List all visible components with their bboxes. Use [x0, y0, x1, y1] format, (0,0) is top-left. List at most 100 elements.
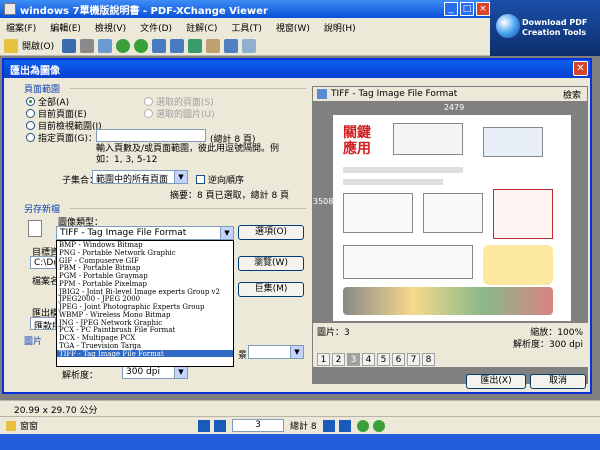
- pane-label[interactable]: 窗窗: [20, 419, 38, 432]
- page-range-input[interactable]: [96, 129, 206, 142]
- preview-page-1[interactable]: 1: [317, 352, 330, 366]
- target-folder-input[interactable]: C:\Doc: [30, 256, 56, 269]
- reverse-order-option[interactable]: 逆向順序: [196, 173, 244, 186]
- screenshot-thumbnail: [423, 193, 483, 233]
- dropdown-option[interactable]: PBM - Portable Bitmap: [57, 264, 233, 272]
- menu-file[interactable]: 檔案(F): [6, 21, 36, 34]
- export-button[interactable]: 匯出(X): [466, 374, 526, 389]
- export-mode-select[interactable]: 匯款所: [30, 317, 56, 330]
- preview-fit-label[interactable]: 檢索: [563, 88, 581, 101]
- dropdown-option[interactable]: PNG - Portable Network Graphic: [57, 249, 233, 257]
- dropdown-option[interactable]: GIF - Compuserve GIF: [57, 257, 233, 265]
- reverse-order-checkbox[interactable]: [196, 175, 205, 184]
- subset-select[interactable]: 範圍中的所有頁面 ▼: [92, 170, 188, 184]
- preview-page-6[interactable]: 6: [392, 352, 405, 366]
- text-line: [343, 179, 443, 185]
- redo-icon[interactable]: [170, 38, 185, 53]
- chevron-down-icon[interactable]: ▼: [174, 366, 187, 378]
- save-as-group-label: 另存新檔: [24, 205, 61, 215]
- dropdown-option[interactable]: PPM - Portable Pixelmap: [57, 280, 233, 288]
- menu-document[interactable]: 文件(D): [140, 21, 172, 34]
- maximize-button[interactable]: □: [460, 2, 474, 16]
- preview-page-3[interactable]: 3: [347, 352, 360, 366]
- close-window-button[interactable]: ×: [476, 2, 490, 16]
- dropdown-option[interactable]: TGA - Truevision Targa: [57, 342, 233, 350]
- range-current-radio[interactable]: [26, 109, 35, 118]
- forward-icon[interactable]: [372, 419, 385, 432]
- preview-height-ruler: 3508: [313, 197, 333, 206]
- select-tool-icon[interactable]: [224, 38, 239, 53]
- preview-width: 2479: [443, 103, 465, 112]
- range-selected-images-option[interactable]: 選取的圖片(U): [144, 107, 215, 120]
- screenshot-thumbnail: [393, 123, 463, 155]
- preview-page-4[interactable]: 4: [362, 352, 375, 366]
- minimize-button[interactable]: _: [444, 2, 458, 16]
- snapshot-icon[interactable]: [242, 38, 257, 53]
- chevron-down-icon[interactable]: ▼: [220, 227, 233, 239]
- menu-window[interactable]: 視窗(W): [276, 21, 310, 34]
- menu-tools[interactable]: 工具(T): [231, 21, 262, 34]
- dropdown-option[interactable]: PCX - PC Paintbrush File Format: [57, 326, 233, 334]
- dropdown-option[interactable]: JPEG2000 - JPEG 2000: [57, 295, 233, 303]
- subset-value: 範圍中的所有頁面: [96, 175, 169, 184]
- preview-page-7[interactable]: 7: [407, 352, 420, 366]
- macro-button[interactable]: 巨集(M): [238, 282, 304, 297]
- range-all-radio[interactable]: [26, 97, 35, 106]
- range-current-view-radio[interactable]: [26, 121, 35, 130]
- browse-button[interactable]: 瀏覽(W): [238, 256, 304, 271]
- preview-header: TIFF - Tag Image File Format 檢索: [313, 87, 587, 101]
- back-icon[interactable]: [116, 38, 131, 53]
- last-page-icon[interactable]: [338, 419, 351, 432]
- range-specify-option[interactable]: 指定頁面(G)：: [26, 131, 97, 144]
- menu-help[interactable]: 說明(H): [324, 21, 356, 34]
- first-page-icon[interactable]: [198, 419, 211, 432]
- chevron-down-icon[interactable]: ▼: [290, 346, 303, 358]
- dropdown-option[interactable]: WBMP - Wireless Mono Bitmap: [57, 311, 233, 319]
- save-icon[interactable]: [62, 38, 77, 53]
- preview-page-8[interactable]: 8: [422, 352, 435, 366]
- text-line: [343, 167, 463, 173]
- dropdown-option[interactable]: DCX - Multipage PCX: [57, 334, 233, 342]
- promo-line-1: Download PDF: [522, 18, 588, 27]
- dialog-close-button[interactable]: ✕: [573, 61, 588, 76]
- range-selected-images-radio[interactable]: [144, 109, 153, 118]
- color-select[interactable]: ▼: [248, 345, 304, 359]
- dropdown-option[interactable]: JBIG2 - Joint Bi-level Image experts Gro…: [57, 288, 233, 296]
- undo-icon[interactable]: [152, 38, 167, 53]
- preview-format: TIFF - Tag Image File Format: [331, 89, 458, 99]
- image-type-select[interactable]: TIFF - Tag Image File Format ▼: [56, 226, 234, 240]
- dropdown-option[interactable]: JPEG - Joint Photographic Experts Group: [57, 303, 233, 311]
- next-page-icon[interactable]: [322, 419, 335, 432]
- previous-page-icon[interactable]: [214, 419, 227, 432]
- cancel-button[interactable]: 取消: [530, 374, 586, 389]
- preview-info: 圖片：3 縮放：100% 解析度：300 dpi: [313, 323, 589, 351]
- resolution-select[interactable]: 300 dpi ▼: [122, 365, 188, 379]
- menu-view[interactable]: 檢視(V): [95, 21, 126, 34]
- dropdown-option[interactable]: JNG - JPEG Network Graphic: [57, 319, 233, 327]
- back-icon[interactable]: [356, 419, 369, 432]
- rotate-icon[interactable]: [188, 38, 203, 53]
- chevron-down-icon[interactable]: ▼: [174, 171, 187, 183]
- print-icon[interactable]: [80, 38, 95, 53]
- image-type-dropdown-list[interactable]: BMP - Windows Bitmap PNG - Portable Netwo…: [56, 240, 234, 367]
- hand-tool-icon[interactable]: [206, 38, 221, 53]
- menu-comments[interactable]: 註解(C): [186, 21, 217, 34]
- options-button[interactable]: 選項(O): [238, 225, 304, 240]
- reverse-order-label: 逆向順序: [208, 176, 245, 186]
- globe-icon: [496, 14, 520, 38]
- menu-edit[interactable]: 編輯(E): [50, 21, 81, 34]
- dropdown-option[interactable]: TIFF - Tag Image File Format: [57, 349, 233, 357]
- email-icon[interactable]: [98, 38, 113, 53]
- window-controls: _ □ ×: [444, 2, 490, 16]
- range-selected-pages-radio[interactable]: [144, 97, 153, 106]
- promo-banner[interactable]: Download PDF Creation Tools: [490, 0, 600, 56]
- forward-icon[interactable]: [134, 38, 149, 53]
- dropdown-option[interactable]: PGM - Portable Graymap: [57, 272, 233, 280]
- preview-page-5[interactable]: 5: [377, 352, 390, 366]
- range-specify-radio[interactable]: [26, 133, 35, 142]
- page-number-input[interactable]: 3: [232, 419, 285, 432]
- preview-page-2[interactable]: 2: [332, 352, 345, 366]
- open-folder-icon[interactable]: [4, 38, 18, 53]
- open-button-label[interactable]: 開啟(O): [22, 39, 54, 52]
- dropdown-option[interactable]: BMP - Windows Bitmap: [57, 241, 233, 249]
